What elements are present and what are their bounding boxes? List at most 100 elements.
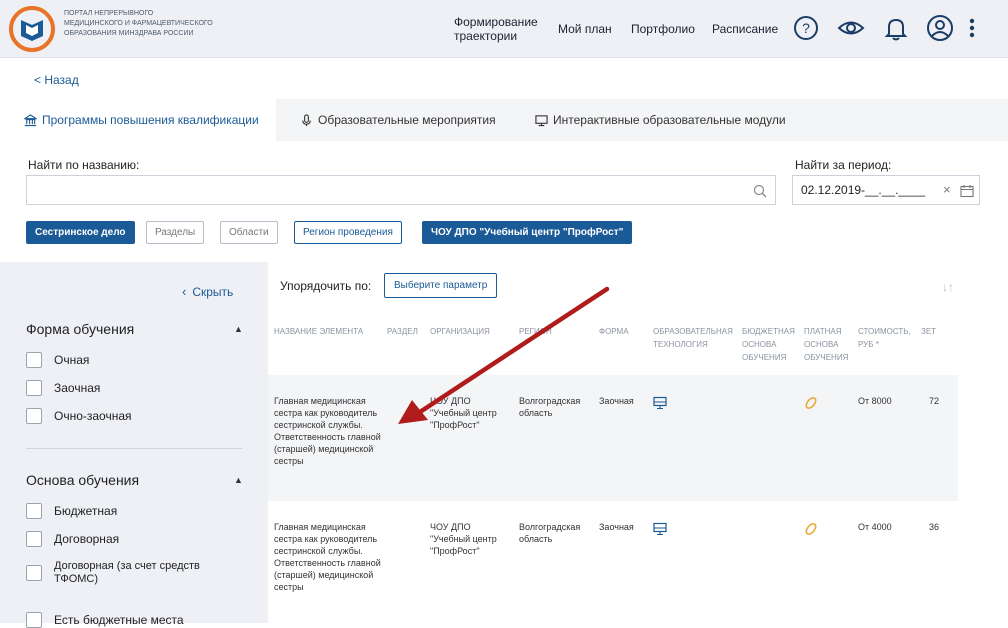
checkbox-contract[interactable]: Договорная bbox=[26, 531, 119, 547]
checkbox[interactable] bbox=[26, 503, 42, 519]
cell-cost: От 8000 bbox=[858, 396, 892, 406]
bank-icon bbox=[24, 113, 37, 126]
period-value: 02.12.2019-__.__.____ bbox=[801, 183, 926, 197]
divider bbox=[26, 448, 242, 449]
col-form[interactable]: Форма bbox=[599, 325, 649, 338]
col-section[interactable]: Раздел bbox=[387, 325, 427, 338]
nav-schedule[interactable]: Расписание bbox=[712, 22, 778, 36]
tab-programs-label: Программы повышения квалификации bbox=[42, 113, 259, 127]
search-input[interactable] bbox=[27, 176, 727, 204]
checkbox-ochnaya[interactable]: Очная bbox=[26, 352, 89, 368]
col-paid-basis[interactable]: Платная основа обучения bbox=[804, 325, 854, 364]
checkbox[interactable] bbox=[26, 352, 42, 368]
cell-organization: ЧОУ ДПО "Учебный центр "ПрофРост" bbox=[430, 522, 497, 556]
cell-organization: ЧОУ ДПО "Учебный центр "ПрофРост" bbox=[430, 396, 497, 430]
checkbox[interactable] bbox=[26, 531, 42, 547]
col-organization[interactable]: Организация bbox=[430, 325, 510, 338]
table-row[interactable]: Главная медицинская сестра как руководит… bbox=[268, 501, 958, 627]
user-icon[interactable] bbox=[926, 14, 954, 42]
checkbox-label: Заочная bbox=[54, 381, 101, 395]
tab-modules[interactable]: Интерактивные образовательные модули bbox=[535, 99, 786, 141]
search-icon[interactable] bbox=[753, 184, 767, 198]
tab-modules-label: Интерактивные образовательные модули bbox=[553, 113, 786, 127]
form-section-title[interactable]: Форма обучения bbox=[26, 321, 134, 337]
col-region[interactable]: Регион bbox=[519, 325, 589, 338]
search-box bbox=[26, 175, 776, 205]
hide-sidebar-link[interactable]: ‹ Скрыть bbox=[182, 284, 233, 299]
eye-icon[interactable] bbox=[837, 14, 865, 42]
results-panel: Упорядочить по: Выберите параметр ↓↑ Наз… bbox=[268, 262, 1008, 623]
checkbox[interactable] bbox=[26, 408, 42, 424]
checkbox-budget[interactable]: Бюджетная bbox=[26, 503, 117, 519]
paperclip-icon bbox=[805, 397, 817, 409]
col-technology[interactable]: Образовательная технология bbox=[653, 325, 737, 351]
col-zet[interactable]: ЗЕТ bbox=[921, 325, 951, 338]
filter-sections-button[interactable]: Разделы bbox=[146, 221, 205, 244]
sort-label: Упорядочить по: bbox=[280, 279, 372, 293]
help-icon[interactable]: ? bbox=[792, 14, 820, 42]
col-name[interactable]: Название элемента bbox=[274, 325, 382, 338]
nav-my-plan[interactable]: Мой план bbox=[558, 22, 612, 36]
portal-logo[interactable] bbox=[8, 6, 56, 52]
cell-name[interactable]: Главная медицинская сестра как руководит… bbox=[274, 521, 382, 593]
period-label: Найти за период: bbox=[795, 158, 892, 172]
tab-events[interactable]: Образовательные мероприятия bbox=[300, 99, 496, 141]
checkbox-label: Очно-заочная bbox=[54, 409, 132, 423]
basis-section-title[interactable]: Основа обучения bbox=[26, 472, 139, 488]
filter-areas-button[interactable]: Области bbox=[220, 221, 278, 244]
cell-zet: 36 bbox=[929, 522, 940, 532]
search-label: Найти по названию: bbox=[28, 158, 140, 172]
calendar-icon[interactable] bbox=[960, 184, 974, 198]
sort-order-icon[interactable]: ↓↑ bbox=[942, 280, 954, 294]
caret-up-icon[interactable]: ▲ bbox=[234, 324, 243, 334]
monitor-icon bbox=[653, 396, 667, 410]
clear-icon[interactable]: × bbox=[943, 176, 951, 204]
cell-region: Волгоградская область bbox=[519, 396, 581, 418]
checkbox-budget-places[interactable]: Есть бюджетные места bbox=[26, 612, 184, 628]
tab-events-label: Образовательные мероприятия bbox=[318, 113, 496, 127]
bell-icon[interactable] bbox=[882, 14, 910, 42]
tabs-bar: Программы повышения квалификации Образов… bbox=[0, 99, 1008, 141]
logo-text: Портал непрерывного медицинского и фарма… bbox=[64, 10, 213, 37]
cell-zet: 72 bbox=[929, 396, 940, 406]
monitor-icon bbox=[535, 114, 548, 126]
cell-form: Заочная bbox=[599, 522, 634, 532]
monitor-icon bbox=[653, 522, 667, 536]
checkbox-zaochnaya[interactable]: Заочная bbox=[26, 380, 100, 396]
checkbox-label: Очная bbox=[54, 353, 90, 367]
more-vertical-icon[interactable] bbox=[962, 14, 982, 42]
cell-region: Волгоградская область bbox=[519, 522, 581, 544]
filter-organization-button[interactable]: ЧОУ ДПО "Учебный центр "ПрофРост" bbox=[422, 221, 633, 244]
checkbox-label: Договорная bbox=[54, 532, 120, 546]
cell-name[interactable]: Главная медицинская сестра как руководит… bbox=[274, 395, 382, 467]
filter-region-button[interactable]: Регион проведения bbox=[294, 221, 402, 244]
checkbox-label: Бюджетная bbox=[54, 504, 118, 518]
filter-sidebar: ‹ Скрыть Форма обучения ▲ Очная Заочная О… bbox=[0, 262, 268, 628]
checkbox-label: Договорная (за счет средств ТФОМС) bbox=[54, 560, 200, 585]
hide-label: Скрыть bbox=[192, 285, 234, 299]
cell-form: Заочная bbox=[599, 396, 634, 406]
period-input[interactable]: 02.12.2019-__.__.____ × bbox=[792, 175, 980, 205]
col-cost[interactable]: Стоимость, руб * bbox=[858, 325, 916, 351]
checkbox-contract-tfoms[interactable]: Договорная (за счет средств ТФОМС) bbox=[26, 560, 226, 586]
paperclip-icon bbox=[805, 523, 817, 535]
cell-cost: От 4000 bbox=[858, 522, 892, 532]
checkbox[interactable] bbox=[26, 612, 42, 628]
header: Портал непрерывного медицинского и фарма… bbox=[0, 0, 1008, 58]
filter-nursing-button[interactable]: Сестринское дело bbox=[26, 221, 135, 244]
table-row[interactable]: Главная медицинская сестра как руководит… bbox=[268, 375, 958, 501]
nav-portfolio[interactable]: Портфолио bbox=[631, 22, 695, 36]
checkbox-ochno-zaochnaya[interactable]: Очно-заочная bbox=[26, 408, 132, 424]
checkbox[interactable] bbox=[26, 380, 42, 396]
checkbox[interactable] bbox=[26, 565, 42, 581]
checkbox-label: Есть бюджетные места bbox=[54, 613, 184, 627]
caret-up-icon[interactable]: ▲ bbox=[234, 475, 243, 485]
microphone-icon bbox=[302, 113, 311, 126]
col-budget-basis[interactable]: Бюджетная основа обучения bbox=[742, 325, 800, 364]
sort-select-button[interactable]: Выберите параметр bbox=[384, 273, 498, 298]
back-link[interactable]: < Назад bbox=[34, 73, 79, 87]
tab-programs[interactable]: Программы повышения квалификации bbox=[0, 99, 276, 141]
chevron-left-icon: ‹ bbox=[182, 284, 187, 299]
nav-trajectory[interactable]: Формирование траектории bbox=[454, 15, 544, 43]
svg-text:?: ? bbox=[802, 20, 810, 36]
